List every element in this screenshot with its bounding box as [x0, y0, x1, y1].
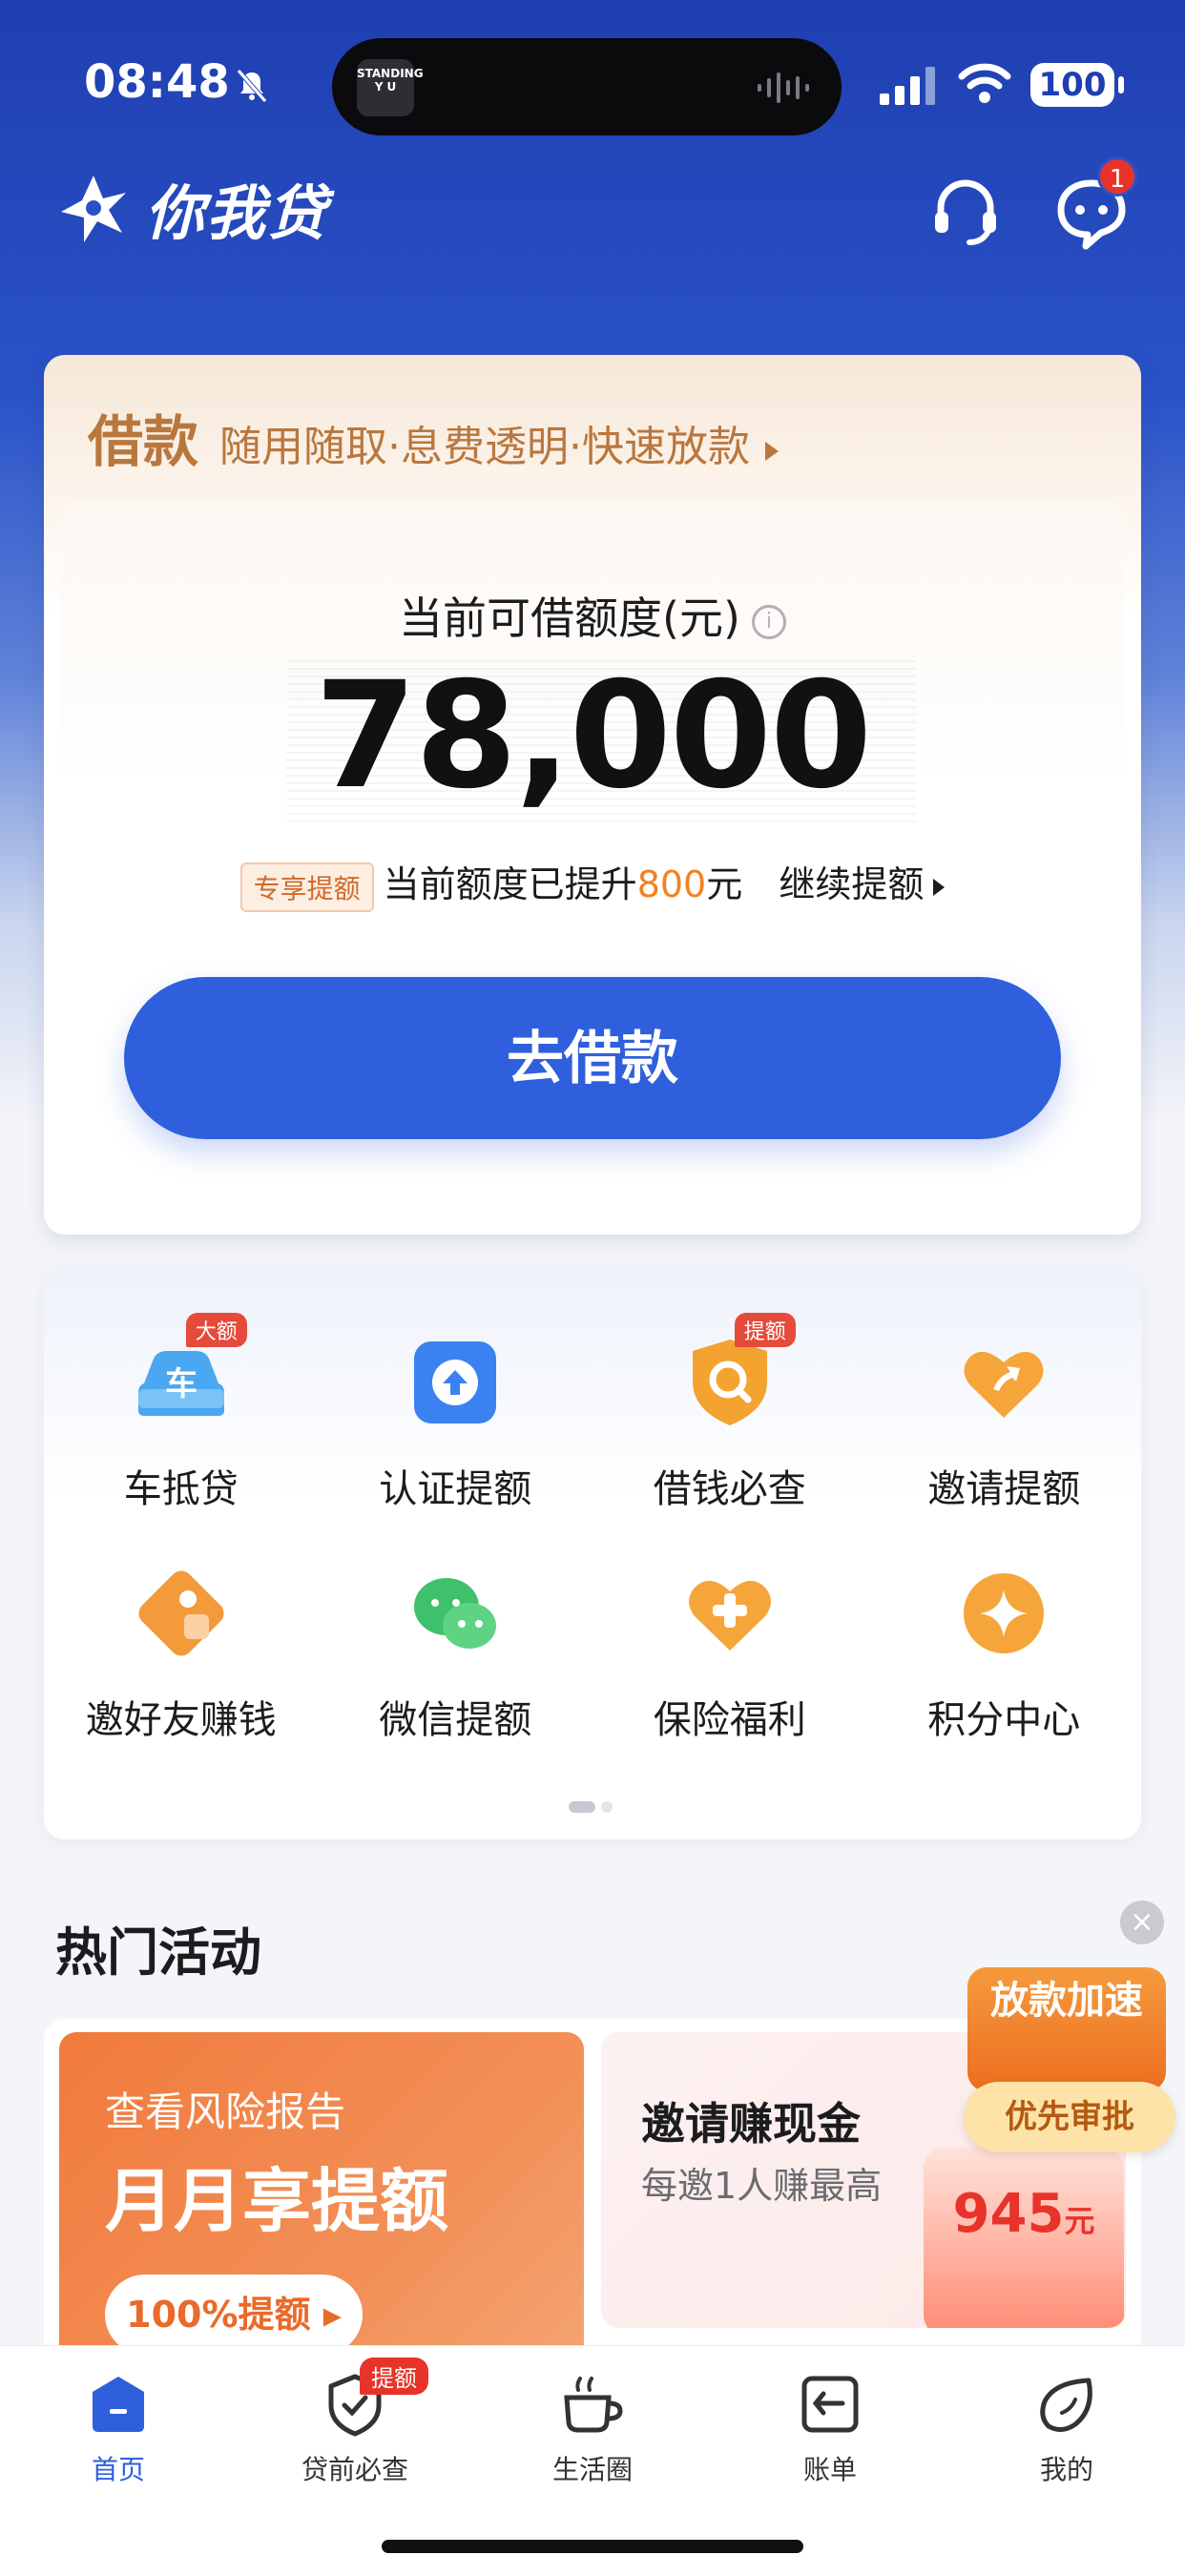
home-indicator[interactable] [382, 2540, 803, 2553]
audio-wave-icon [758, 73, 809, 103]
borrow-button[interactable]: 去借款 [124, 977, 1061, 1139]
service-badge: 提额 [734, 1313, 796, 1347]
shield-search-icon: 提额 [677, 1313, 796, 1435]
tab-bills[interactable]: 账单 [735, 2371, 925, 2487]
now-playing-artwork: STANDING Y U [357, 59, 424, 116]
continue-raise-link[interactable]: 继续提额 [779, 863, 946, 905]
page-dot [601, 1801, 613, 1813]
service-insurance[interactable]: 保险福利 [592, 1561, 867, 1744]
activity-subtitle: 每邀1人赚最高 [641, 2165, 883, 2207]
tab-badge: 提额 [360, 2358, 428, 2395]
upload-arrow-icon [403, 1330, 508, 1435]
services-grid: 车 大额 车抵贷 认证提额 提额 借钱必查 邀请提额 邀好友赚钱 微信提额 保险… [44, 1313, 1142, 1744]
loan-subtitle: 随用随取·息费透明·快速放款 [219, 423, 750, 471]
service-label: 邀好友赚钱 [85, 1698, 277, 1742]
service-label: 借钱必查 [653, 1467, 806, 1511]
coffee-cup-icon [559, 2371, 626, 2438]
activity-title: 月月享提额 [105, 2161, 449, 2241]
activity-subtitle: 查看风险报告 [105, 2088, 346, 2135]
service-credit-check[interactable]: 提额 借钱必查 [592, 1313, 867, 1513]
shield-check-icon: 提额 [322, 2358, 428, 2438]
activity-title: 邀请赚现金 [641, 2098, 861, 2150]
service-points[interactable]: 积分中心 [867, 1561, 1142, 1744]
tab-mine[interactable]: 我的 [971, 2371, 1162, 2487]
promo-text: 当前额度已提升 [383, 863, 637, 905]
service-invite-raise[interactable]: 邀请提额 [867, 1330, 1142, 1513]
tab-label: 我的 [1039, 2454, 1093, 2485]
section-title: 热门活动 [55, 1922, 261, 1983]
page-dot-active [569, 1801, 595, 1813]
loan-header[interactable]: 借款 随用随取·息费透明·快速放款 [88, 397, 779, 477]
service-verify-raise[interactable]: 认证提额 [319, 1330, 593, 1513]
status-bar: 08:48 STANDING Y U 100 [0, 0, 1185, 172]
activity-button-label: 100%提额 [126, 2294, 311, 2336]
loan-card: 借款 随用随取·息费透明·快速放款 当前可借额度(元) i 78,000 专享提额… [44, 355, 1141, 1235]
service-label: 认证提额 [379, 1467, 532, 1511]
service-badge: 大额 [185, 1313, 247, 1347]
logo-text: 你我贷 [145, 178, 329, 248]
heart-arrow-icon [951, 1330, 1056, 1435]
limit-label: 当前可借额度(元) [399, 592, 740, 644]
envelope-amount: 945 [952, 2183, 1065, 2245]
tab-label: 生活圈 [551, 2454, 633, 2485]
page-indicator [569, 1801, 613, 1813]
service-invite-friends[interactable]: 邀好友赚钱 [44, 1561, 319, 1744]
promo-amount: 800 [636, 863, 707, 905]
promo-row: 专享提额 当前额度已提升800元 继续提额 [61, 855, 1124, 912]
loan-title: 借款 [88, 409, 199, 474]
svg-text:车: 车 [165, 1365, 198, 1403]
service-label: 车抵贷 [123, 1467, 239, 1511]
dynamic-island[interactable]: STANDING Y U [332, 38, 842, 135]
info-icon[interactable]: i [751, 604, 786, 639]
envelope-amount-row: 945元 [924, 2183, 1124, 2245]
available-amount: 78,000 [314, 651, 872, 821]
tab-home[interactable]: 首页 [23, 2371, 214, 2487]
app-logo: 你我贷 [55, 170, 328, 248]
promo-tag: 专享提额 [239, 862, 374, 912]
limit-label-row: 当前可借额度(元) i [61, 584, 1124, 647]
car-icon: 车 大额 [129, 1313, 247, 1435]
messages-button[interactable]: 1 [1051, 156, 1137, 252]
service-label: 邀请提额 [927, 1467, 1081, 1511]
tab-pre-loan-check[interactable]: 提额 贷前必查 [260, 2358, 450, 2487]
close-icon[interactable]: × [1120, 1901, 1164, 1944]
service-wechat-raise[interactable]: 微信提额 [319, 1561, 593, 1744]
float-subtitle: 优先审批 [964, 2082, 1175, 2152]
service-car-loan[interactable]: 车 大额 车抵贷 [44, 1313, 319, 1513]
headset-icon [935, 179, 996, 245]
ticket-icon [129, 1561, 234, 1666]
activity-button[interactable]: 100%提额 ▸ [105, 2275, 363, 2355]
cellular-signal-icon [880, 67, 935, 105]
home-icon [85, 2371, 152, 2438]
message-badge: 1 [1097, 156, 1137, 197]
tab-life-circle[interactable]: 生活圈 [497, 2371, 688, 2487]
star-coin-icon [951, 1561, 1056, 1666]
red-envelope: 945元 [924, 2147, 1124, 2328]
continue-raise-label: 继续提额 [779, 863, 925, 905]
customer-service-button[interactable] [925, 172, 1006, 252]
tab-label: 首页 [91, 2454, 145, 2485]
status-time: 08:48 [84, 55, 230, 109]
tab-label: 贷前必查 [301, 2454, 408, 2485]
loan-limit-panel: 当前可借额度(元) i 78,000 专享提额 当前额度已提升800元 继续提额 去… [61, 500, 1124, 1217]
service-label: 保险福利 [653, 1698, 806, 1742]
chevron-right-icon [933, 878, 946, 896]
bill-icon [797, 2371, 863, 2438]
floating-promo[interactable]: 放款加速 优先审批 [964, 1967, 1175, 2158]
profile-icon [1033, 2371, 1100, 2438]
envelope-unit: 元 [1064, 2203, 1095, 2239]
wifi-icon [958, 63, 1011, 103]
heart-plus-icon [677, 1561, 782, 1666]
wechat-icon [403, 1561, 508, 1666]
service-label: 积分中心 [927, 1698, 1081, 1742]
silent-bell-icon [237, 69, 267, 103]
float-title: 放款加速 [967, 1967, 1166, 2091]
promo-unit: 元 [706, 863, 743, 905]
logo-mark-icon [61, 176, 126, 242]
services-card: 车 大额 车抵贷 认证提额 提额 借钱必查 邀请提额 邀好友赚钱 微信提额 保险… [44, 1269, 1141, 1839]
tab-label: 账单 [802, 2454, 857, 2485]
chevron-right-icon [765, 442, 779, 461]
service-label: 微信提额 [379, 1698, 532, 1742]
battery-indicator: 100 [1030, 63, 1124, 107]
